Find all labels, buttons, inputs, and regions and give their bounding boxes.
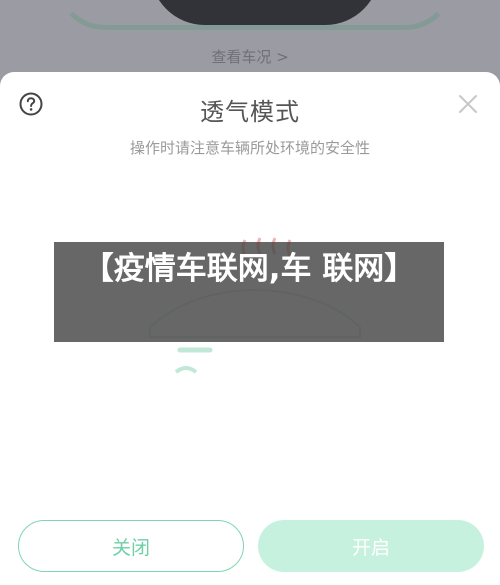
airflow-line [174, 366, 198, 374]
sheet-title: 透气模式 [200, 98, 300, 126]
off-button[interactable]: 关闭 [18, 520, 244, 572]
watermark-banner: 【疫情车联网,车 联网】 [54, 242, 444, 342]
close-icon[interactable] [456, 92, 480, 116]
sheet-subtitle: 操作时请注意车辆所处环境的安全性 [129, 139, 370, 157]
on-button[interactable]: 开启 [258, 520, 484, 572]
